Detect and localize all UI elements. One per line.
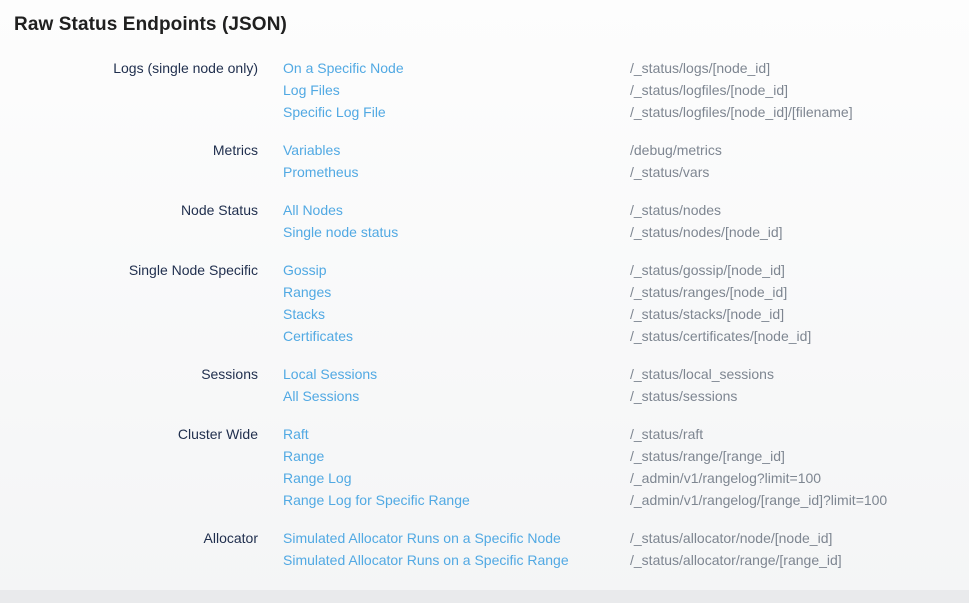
page-title: Raw Status Endpoints (JSON) [0,0,969,36]
category-label: Sessions [0,363,283,407]
endpoint-path: /_status/ranges/[node_id] [630,281,969,303]
links-column: Raft Range Range Log Range Log for Speci… [283,423,630,511]
endpoint-path: /_status/logfiles/[node_id] [630,79,969,101]
endpoints-column: /_status/allocator/node/[node_id] /_stat… [630,527,969,571]
endpoint-link[interactable]: Variables [283,139,630,161]
endpoints-column: /_status/nodes /_status/nodes/[node_id] [630,199,969,243]
endpoint-section: Allocator Simulated Allocator Runs on a … [0,527,969,571]
endpoint-link[interactable]: Simulated Allocator Runs on a Specific N… [283,527,630,549]
endpoints-column: /_status/logs/[node_id] /_status/logfile… [630,57,969,123]
endpoint-path: /_status/nodes [630,199,969,221]
endpoint-path: /_status/stacks/[node_id] [630,303,969,325]
endpoint-section: Metrics Variables Prometheus /debug/metr… [0,139,969,183]
endpoint-link[interactable]: Log Files [283,79,630,101]
endpoint-path: /_admin/v1/rangelog/[range_id]?limit=100 [630,489,969,511]
endpoint-path: /_status/certificates/[node_id] [630,325,969,347]
endpoint-path: /_status/local_sessions [630,363,969,385]
endpoint-path: /_status/allocator/range/[range_id] [630,549,969,571]
category-label: Logs (single node only) [0,57,283,123]
endpoint-path: /_status/nodes/[node_id] [630,221,969,243]
debug-endpoints-page: Raw Status Endpoints (JSON) Logs (single… [0,0,969,590]
endpoint-path: /_status/vars [630,161,969,183]
endpoints-column: /_status/raft /_status/range/[range_id] … [630,423,969,511]
links-column: All Nodes Single node status [283,199,630,243]
endpoint-link[interactable]: Specific Log File [283,101,630,123]
endpoint-link[interactable]: Simulated Allocator Runs on a Specific R… [283,549,630,571]
endpoints-column: /debug/metrics /_status/vars [630,139,969,183]
endpoint-link[interactable]: On a Specific Node [283,57,630,79]
links-column: On a Specific Node Log Files Specific Lo… [283,57,630,123]
category-label: Allocator [0,527,283,571]
links-column: Local Sessions All Sessions [283,363,630,407]
endpoint-path: /_status/raft [630,423,969,445]
endpoints-column: /_status/gossip/[node_id] /_status/range… [630,259,969,347]
links-column: Variables Prometheus [283,139,630,183]
endpoint-link[interactable]: Certificates [283,325,630,347]
endpoint-link[interactable]: Range [283,445,630,467]
bottom-strip [0,590,969,603]
endpoint-path: /_status/sessions [630,385,969,407]
endpoint-path: /_status/logs/[node_id] [630,57,969,79]
endpoint-link[interactable]: Range Log [283,467,630,489]
category-label: Single Node Specific [0,259,283,347]
category-label: Metrics [0,139,283,183]
endpoints-column: /_status/local_sessions /_status/session… [630,363,969,407]
endpoint-section: Node Status All Nodes Single node status… [0,199,969,243]
endpoints-table: Logs (single node only) On a Specific No… [0,57,969,571]
endpoint-link[interactable]: Raft [283,423,630,445]
endpoint-link[interactable]: Gossip [283,259,630,281]
endpoint-link[interactable]: Single node status [283,221,630,243]
endpoint-path: /_status/allocator/node/[node_id] [630,527,969,549]
endpoint-link[interactable]: Prometheus [283,161,630,183]
links-column: Simulated Allocator Runs on a Specific N… [283,527,630,571]
endpoint-link[interactable]: All Nodes [283,199,630,221]
endpoint-link[interactable]: Range Log for Specific Range [283,489,630,511]
endpoint-path: /debug/metrics [630,139,969,161]
endpoint-link[interactable]: Local Sessions [283,363,630,385]
endpoint-path: /_status/range/[range_id] [630,445,969,467]
endpoint-path: /_status/gossip/[node_id] [630,259,969,281]
endpoint-section: Single Node Specific Gossip Ranges Stack… [0,259,969,347]
endpoint-section: Sessions Local Sessions All Sessions /_s… [0,363,969,407]
endpoint-link[interactable]: All Sessions [283,385,630,407]
endpoint-link[interactable]: Ranges [283,281,630,303]
category-label: Cluster Wide [0,423,283,511]
endpoint-path: /_status/logfiles/[node_id]/[filename] [630,101,969,123]
category-label: Node Status [0,199,283,243]
endpoint-path: /_admin/v1/rangelog?limit=100 [630,467,969,489]
endpoint-section: Logs (single node only) On a Specific No… [0,57,969,123]
endpoint-section: Cluster Wide Raft Range Range Log Range … [0,423,969,511]
endpoint-link[interactable]: Stacks [283,303,630,325]
links-column: Gossip Ranges Stacks Certificates [283,259,630,347]
